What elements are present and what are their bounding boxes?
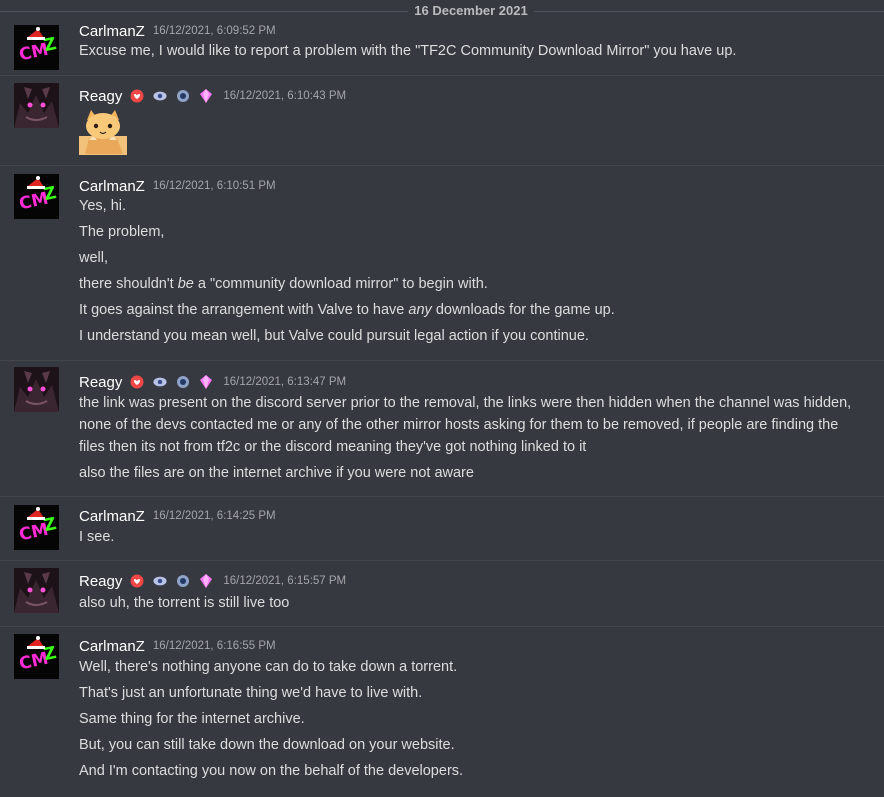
- username[interactable]: CarlmanZ: [79, 178, 145, 195]
- group-separator: [0, 75, 884, 76]
- message-text-emphasis: any: [408, 302, 432, 318]
- message-timestamp[interactable]: 16/12/2021, 6:13:47 PM: [223, 376, 346, 388]
- username[interactable]: Reagy: [79, 374, 122, 391]
- username[interactable]: Reagy: [79, 88, 122, 105]
- avatar-reagy[interactable]: [14, 568, 59, 613]
- avatar-carlmanz[interactable]: CM Z: [14, 505, 59, 550]
- eye-badge-icon[interactable]: [153, 89, 167, 103]
- message-text: And I'm contacting you now on the behalf…: [79, 763, 464, 779]
- message-text: Excuse me, I would like to report a prob…: [79, 43, 737, 59]
- cat-peeking-emoji[interactable]: [79, 110, 127, 155]
- heart-badge-icon[interactable]: [130, 89, 144, 103]
- message-text: Well, there's nothing anyone can do to t…: [79, 659, 458, 675]
- message-text: I understand you mean well, but Valve co…: [79, 328, 589, 344]
- message-text-part: It goes against the arrangement with Val…: [79, 302, 409, 318]
- orb-badge-icon[interactable]: [176, 89, 190, 103]
- avatar-reagy[interactable]: [14, 83, 59, 128]
- group-separator: [0, 626, 884, 627]
- message-text: there shouldn't be a "community download…: [79, 274, 876, 295]
- message-text: files then its not from tf2c or the disc…: [79, 439, 587, 455]
- orb-badge-icon[interactable]: [176, 375, 190, 389]
- message-text: also uh, the torrent is still live too: [79, 595, 290, 611]
- group-separator: [0, 496, 884, 497]
- username[interactable]: CarlmanZ: [79, 508, 145, 525]
- message-text: The problem,: [79, 224, 165, 240]
- message-text: also the files are on the internet archi…: [79, 465, 474, 481]
- message-text-part: a "community download mirror" to begin w…: [193, 276, 488, 292]
- message-text: the link was present on the discord serv…: [79, 395, 852, 411]
- group-separator: [0, 560, 884, 561]
- gem-badge-icon[interactable]: [199, 89, 213, 103]
- heart-badge-icon[interactable]: [130, 574, 144, 588]
- gem-badge-icon[interactable]: [199, 574, 213, 588]
- user-badges: [130, 375, 213, 389]
- user-badges: [130, 89, 213, 103]
- group-separator: [0, 165, 884, 166]
- message-text: none of the devs contacted me or any of …: [79, 417, 839, 433]
- message-text: That's just an unfortunate thing we'd ha…: [79, 685, 423, 701]
- username[interactable]: Reagy: [79, 573, 122, 590]
- avatar-carlmanz[interactable]: CM Z: [14, 634, 59, 679]
- message-timestamp[interactable]: 16/12/2021, 6:16:55 PM: [153, 640, 276, 652]
- avatar-carlmanz[interactable]: CM Z: [14, 25, 59, 70]
- avatar-reagy[interactable]: [14, 367, 59, 412]
- message-text: I see.: [79, 529, 115, 545]
- message-timestamp[interactable]: 16/12/2021, 6:09:52 PM: [153, 25, 276, 37]
- heart-badge-icon[interactable]: [130, 375, 144, 389]
- message-text: It goes against the arrangement with Val…: [79, 300, 876, 321]
- eye-badge-icon[interactable]: [153, 574, 167, 588]
- message-text: Same thing for the internet archive.: [79, 711, 305, 727]
- message-text: Yes, hi.: [79, 198, 127, 214]
- message-text-part: there shouldn't: [79, 276, 178, 292]
- username[interactable]: CarlmanZ: [79, 638, 145, 655]
- eye-badge-icon[interactable]: [153, 375, 167, 389]
- message-timestamp[interactable]: 16/12/2021, 6:14:25 PM: [153, 510, 276, 522]
- username[interactable]: CarlmanZ: [79, 23, 145, 40]
- message-text-part: downloads for the game up.: [431, 302, 615, 318]
- gem-badge-icon[interactable]: [199, 375, 213, 389]
- avatar-carlmanz[interactable]: CM Z: [14, 174, 59, 219]
- message-text-emphasis: be: [177, 276, 194, 292]
- message-timestamp[interactable]: 16/12/2021, 6:10:43 PM: [223, 90, 346, 102]
- orb-badge-icon[interactable]: [176, 574, 190, 588]
- date-divider-label: 16 December 2021: [408, 3, 534, 19]
- message-text: But, you can still take down the downloa…: [79, 737, 455, 753]
- user-badges: [130, 574, 213, 588]
- message-timestamp[interactable]: 16/12/2021, 6:10:51 PM: [153, 180, 276, 192]
- message-text: well,: [79, 250, 109, 266]
- message-timestamp[interactable]: 16/12/2021, 6:15:57 PM: [223, 575, 346, 587]
- group-separator: [0, 360, 884, 361]
